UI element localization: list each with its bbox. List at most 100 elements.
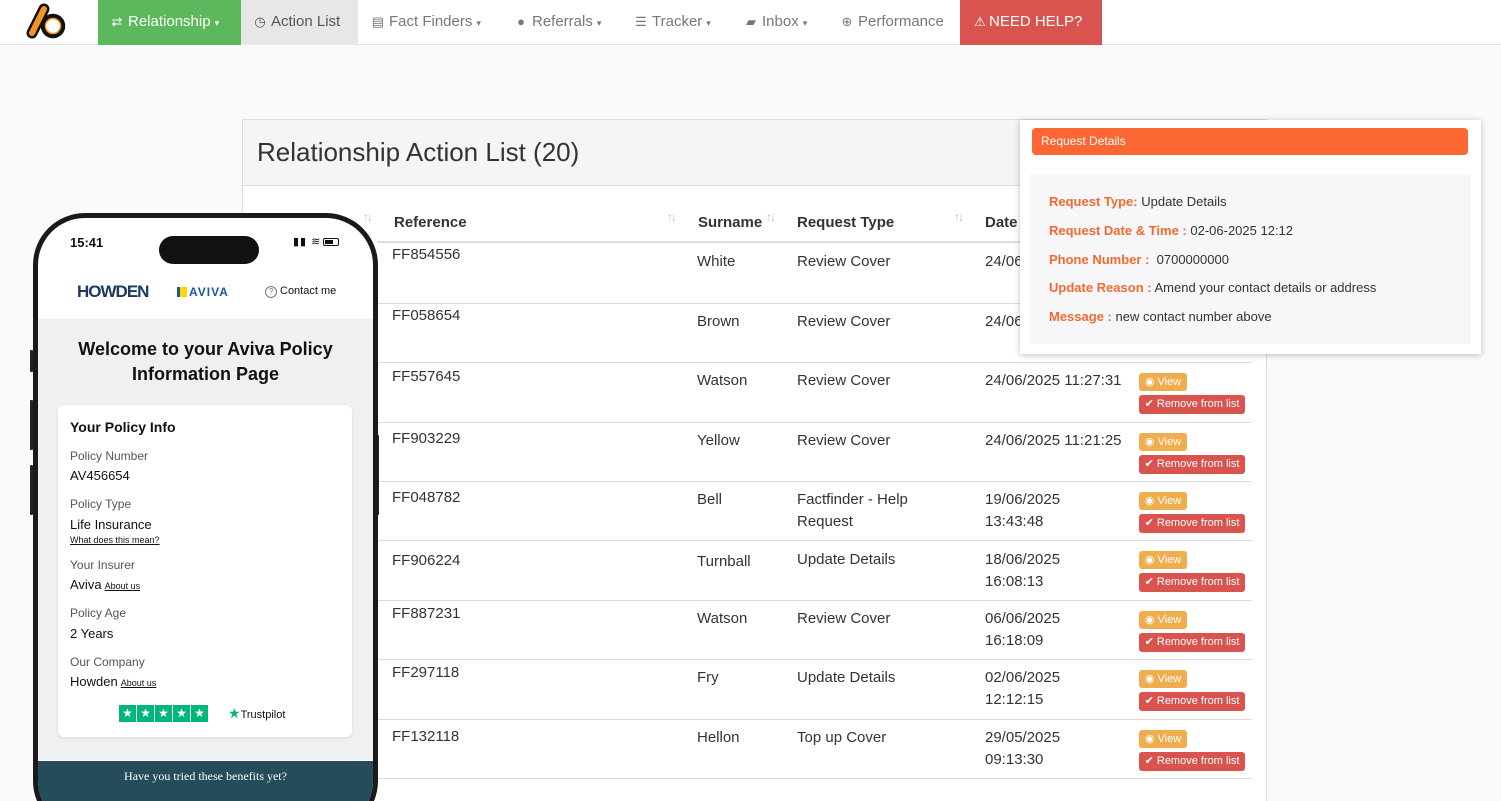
view-button[interactable]: ◉ View xyxy=(1139,611,1187,629)
contact-me-link[interactable]: ? Contact me xyxy=(265,285,336,298)
policy-site-body: Welcome to your Aviva Policy Information… xyxy=(38,320,373,760)
table-cell-request-type: Factfinder - Help Request xyxy=(797,491,908,530)
caret-down-icon: ▾ xyxy=(706,18,711,28)
caret-down-icon: ▾ xyxy=(214,18,220,28)
about-us-link[interactable]: About us xyxy=(105,581,141,591)
remove-from-list-button[interactable]: ✔ Remove from list xyxy=(1139,455,1245,474)
trustpilot-logo[interactable]: ★Trustpilot xyxy=(228,705,285,722)
policy-info-title: Your Policy Info xyxy=(70,419,176,435)
table-cell-surname: Fry xyxy=(697,669,719,686)
remove-from-list-button[interactable]: ✔ Remove from list xyxy=(1139,514,1245,533)
check-icon: ✔ xyxy=(1144,576,1157,588)
status-icons: ▮▮ ≋ xyxy=(293,235,340,248)
howden-logo[interactable]: HOWDEN xyxy=(77,282,149,302)
star-icon: ★ xyxy=(137,705,154,722)
nav-tracker[interactable]: ☰ Tracker ▾ xyxy=(622,0,723,45)
table-cell-request-type: Update Details xyxy=(797,669,896,686)
table-cell-request-type: Review Cover xyxy=(797,610,891,627)
swap-icon: ⇄ xyxy=(111,14,123,29)
table-cell-date: 19/06/2025 13:43:48 xyxy=(985,491,1061,530)
table-cell-date: 06/06/2025 16:18:09 xyxy=(985,610,1061,649)
nav-relationship[interactable]: ⇄ Relationship ▾ xyxy=(98,0,241,45)
check-icon: ✔ xyxy=(1144,755,1157,767)
view-button[interactable]: ◉ View xyxy=(1139,551,1187,569)
insurer-label: Your Insurer xyxy=(70,558,135,572)
sort-icon[interactable]: ↑↓ xyxy=(954,210,964,224)
caret-down-icon: ▾ xyxy=(802,18,808,28)
phone-mockup: 15:41 ▮▮ ≋ HOWDEN AVIVA ? Contact me Welc… xyxy=(33,213,378,801)
column-header-reference[interactable]: Reference xyxy=(394,214,467,231)
table-cell-request-type: Review Cover xyxy=(797,313,891,330)
view-button[interactable]: ◉ View xyxy=(1139,492,1187,510)
table-cell-reference: FF132118 xyxy=(392,728,460,745)
dynamic-island xyxy=(159,236,259,264)
about-us-link[interactable]: About us xyxy=(121,678,157,688)
view-button[interactable]: ◉ View xyxy=(1139,433,1187,451)
remove-from-list-button[interactable]: ✔ Remove from list xyxy=(1139,633,1245,652)
view-button[interactable]: ◉ View xyxy=(1139,373,1187,391)
remove-from-list-button[interactable]: ✔ Remove from list xyxy=(1139,395,1245,414)
remove-from-list-button[interactable]: ✔ Remove from list xyxy=(1139,752,1245,771)
table-cell-date: 24/06 xyxy=(985,253,1023,270)
row-divider xyxy=(377,422,1252,423)
table-cell-date: 02/06/2025 12:12:15 xyxy=(985,669,1061,708)
table-cell-surname: Brown xyxy=(697,313,740,330)
list-icon: ☰ xyxy=(635,14,647,29)
column-header-date[interactable]: Date xyxy=(985,214,1018,231)
sort-icon[interactable]: ↑↓ xyxy=(766,210,776,224)
aviva-logo[interactable]: AVIVA xyxy=(177,285,229,299)
column-header-surname[interactable]: Surname xyxy=(698,214,762,231)
download-circle-icon: ⊕ xyxy=(841,14,853,29)
nav-inbox[interactable]: ▰ Inbox ▾ xyxy=(732,0,819,45)
need-help-button[interactable]: ⚠ NEED HELP? xyxy=(960,0,1102,45)
detail-request-type: Request Type: Update Details xyxy=(1049,194,1227,209)
eye-icon: ◉ xyxy=(1144,733,1158,745)
check-icon: ✔ xyxy=(1144,695,1157,707)
detail-update-reason: Update Reason : Amend your contact detai… xyxy=(1049,280,1377,295)
table-cell-reference: FF854556 xyxy=(392,246,461,263)
detail-message: Message : new contact number above xyxy=(1049,309,1272,324)
star-icon: ★ xyxy=(191,705,208,722)
caret-down-icon: ▾ xyxy=(596,18,602,28)
list-alt-icon: ▤ xyxy=(371,14,385,29)
policy-number-label: Policy Number xyxy=(70,449,149,463)
eye-icon: ◉ xyxy=(1144,376,1158,388)
what-does-this-mean-link[interactable]: What does this mean? xyxy=(70,535,160,545)
battery-icon xyxy=(323,238,340,247)
status-time: 15:41 xyxy=(70,235,104,250)
table-cell-surname: Watson xyxy=(697,372,748,389)
aviva-mark-icon xyxy=(177,287,187,297)
company-value: Howden About us xyxy=(70,674,157,689)
caret-down-icon: ▾ xyxy=(476,18,481,28)
brand-logo[interactable] xyxy=(26,3,66,39)
request-details-header: Request Details xyxy=(1032,128,1468,155)
nav-performance[interactable]: ⊕ Performance xyxy=(828,0,956,45)
nav-action-list[interactable]: ◷ Action List xyxy=(241,0,358,45)
view-button[interactable]: ◉ View xyxy=(1139,730,1187,748)
view-button[interactable]: ◉ View xyxy=(1139,670,1187,688)
remove-from-list-button[interactable]: ✔ Remove from list xyxy=(1139,692,1245,711)
clock-icon: ◷ xyxy=(254,14,266,29)
navbar: ⇄ Relationship ▾ ◷ Action List ▤ Fact Finder… xyxy=(0,0,1501,45)
table-cell-surname: Hellon xyxy=(697,729,740,746)
table-cell-request-type: Review Cover xyxy=(797,432,891,449)
table-cell-reference: FF887231 xyxy=(392,605,461,622)
sort-icon[interactable]: ↑↓ xyxy=(667,210,677,224)
detail-request-date: Request Date & Time : 02-06-2025 12:12 xyxy=(1049,223,1294,238)
folder-open-icon: ▰ xyxy=(746,14,756,29)
wifi-icon: ≋ xyxy=(311,236,322,248)
benefits-banner[interactable]: Have you tried these benefits yet? xyxy=(38,761,373,801)
table-cell-date: 24/06/2025 11:21:25 xyxy=(985,432,1122,449)
check-icon: ✔ xyxy=(1144,398,1157,410)
column-header-request-type[interactable]: Request Type xyxy=(797,214,894,231)
policy-number-value: AV456654 xyxy=(70,468,130,483)
table-cell-request-type: Top up Cover xyxy=(797,729,887,746)
check-icon: ✔ xyxy=(1144,636,1157,648)
nav-referrals[interactable]: ● Referrals ▾ xyxy=(502,0,613,45)
nav-fact-finders[interactable]: ▤ Fact Finders ▾ xyxy=(359,0,493,45)
check-icon: ✔ xyxy=(1144,517,1157,529)
sort-icon[interactable]: ↑↓ xyxy=(363,210,373,224)
remove-from-list-button[interactable]: ✔ Remove from list xyxy=(1139,573,1245,592)
policy-site-header: HOWDEN AVIVA ? Contact me xyxy=(38,274,373,320)
company-label: Our Company xyxy=(70,655,145,669)
